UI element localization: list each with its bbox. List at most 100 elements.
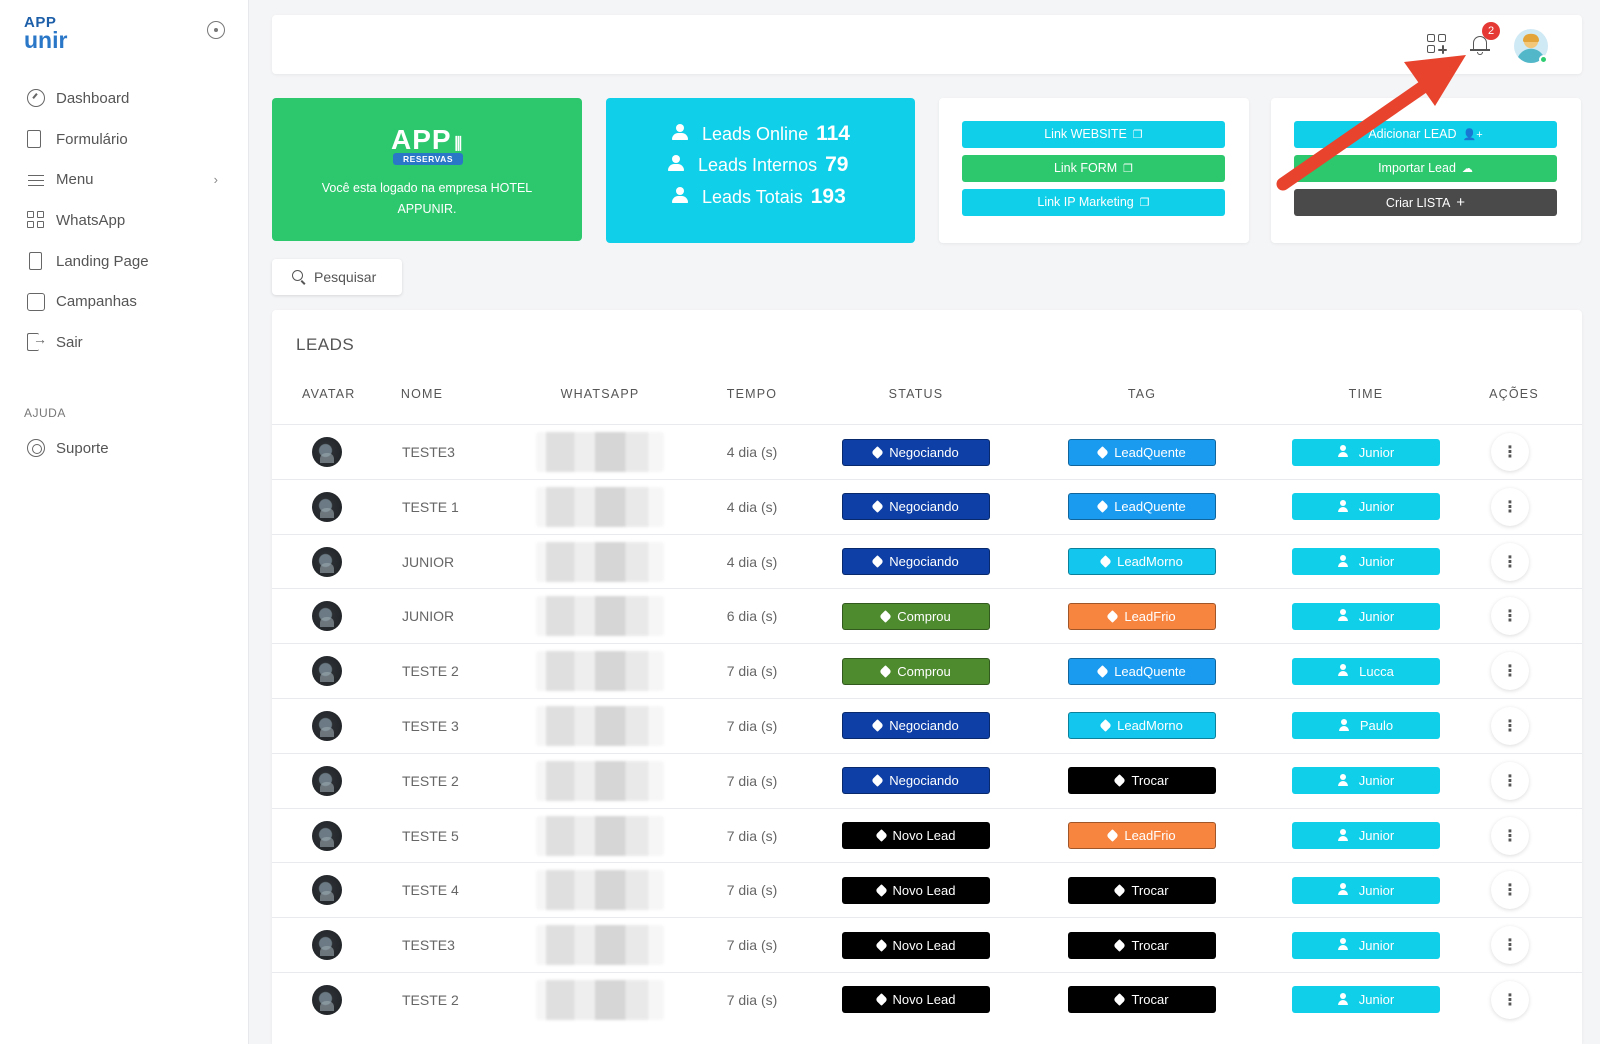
tag-cell: LeadQuente — [1068, 480, 1216, 534]
status-badge[interactable]: Comprou — [842, 602, 990, 630]
tag-label: LeadMorno — [1117, 718, 1183, 734]
tag-cell: LeadFrio — [1068, 809, 1216, 863]
more-options-icon[interactable]: ⋮ — [1491, 761, 1529, 800]
sidebar-toggle-icon[interactable] — [207, 21, 225, 39]
tag-badge[interactable]: LeadMorno — [1068, 712, 1216, 740]
column-header: AÇÕES — [1489, 387, 1539, 401]
sidebar-item-formulario[interactable]: Formulário — [0, 119, 248, 160]
tag-badge[interactable]: Trocar — [1068, 876, 1216, 904]
more-options-icon[interactable]: ⋮ — [1491, 542, 1529, 581]
app-logo[interactable]: APP unir — [24, 15, 68, 53]
team-cell: Junior — [1292, 918, 1440, 972]
status-badge[interactable]: Novo Lead — [842, 822, 990, 850]
more-options-icon[interactable]: ⋮ — [1491, 597, 1529, 636]
dashboard-icon — [27, 89, 45, 108]
team-cell: Junior — [1292, 754, 1440, 808]
status-badge[interactable]: Negociando — [842, 438, 990, 466]
link-website-button[interactable]: Link WEBSITE ❐ — [962, 121, 1225, 148]
button-label: Criar LISTA — [1385, 196, 1451, 210]
links-card: Link WEBSITE ❐ Link FORM ❐ Link IP Marketi… — [939, 98, 1249, 243]
tag-icon — [1113, 774, 1127, 788]
tag-badge[interactable]: LeadQuente — [1068, 493, 1216, 521]
search-button[interactable]: Pesquisar — [272, 259, 402, 295]
status-badge[interactable]: Novo Lead — [842, 876, 990, 904]
more-options-icon[interactable]: ⋮ — [1491, 871, 1529, 910]
status-badge[interactable]: Negociando — [842, 712, 990, 740]
import-lead-button[interactable]: Importar Lead ☁ — [1294, 155, 1557, 182]
button-label: Importar Lead — [1378, 161, 1456, 175]
status-cell: Negociando — [842, 754, 990, 808]
tag-badge[interactable]: LeadFrio — [1068, 602, 1216, 630]
sidebar: APP unir Dashboard Formulário Menu › Wha… — [0, 0, 249, 1044]
tag-badge[interactable]: LeadFrio — [1068, 822, 1216, 850]
sidebar-item-whatsapp[interactable]: WhatsApp — [0, 200, 248, 241]
lead-time: 7 dia (s) — [726, 663, 778, 680]
sidebar-item-sair[interactable]: Sair — [0, 322, 248, 363]
status-cell: Novo Lead — [842, 918, 990, 972]
team-badge[interactable]: Junior — [1292, 876, 1440, 904]
tag-badge[interactable]: Trocar — [1068, 986, 1216, 1014]
status-label: Negociando — [889, 554, 959, 570]
add-lead-button[interactable]: Adicionar LEAD 👤+ — [1294, 121, 1557, 148]
tag-badge[interactable]: Trocar — [1068, 931, 1216, 959]
more-options-icon[interactable]: ⋮ — [1491, 487, 1529, 526]
whatsapp-cell — [530, 754, 670, 808]
more-options-icon[interactable]: ⋮ — [1491, 926, 1529, 965]
sidebar-item-suporte[interactable]: Suporte — [0, 428, 248, 469]
team-label: Junior — [1358, 992, 1395, 1008]
table-row: TESTE 2 7 dia (s) Novo Lead Trocar Junior ⋮ — [272, 971, 1582, 1027]
more-options-icon[interactable]: ⋮ — [1491, 816, 1529, 855]
team-badge[interactable]: Junior — [1292, 548, 1440, 576]
whatsapp-cell — [530, 589, 670, 643]
more-options-icon[interactable]: ⋮ — [1491, 706, 1529, 745]
more-options-icon[interactable]: ⋮ — [1491, 652, 1529, 691]
team-badge[interactable]: Lucca — [1292, 657, 1440, 685]
column-header: AVATAR — [302, 387, 356, 401]
tag-badge[interactable]: LeadQuente — [1068, 438, 1216, 466]
team-badge[interactable]: Junior — [1292, 438, 1440, 466]
sidebar-item-campanhas[interactable]: Campanhas — [0, 281, 248, 322]
team-badge[interactable]: Junior — [1292, 602, 1440, 630]
status-badge[interactable]: Comprou — [842, 657, 990, 685]
status-badge[interactable]: Negociando — [842, 493, 990, 521]
lead-name: TESTE 2 — [402, 772, 459, 789]
sidebar-item-label: Dashboard — [56, 89, 130, 107]
status-badge[interactable]: Novo Lead — [842, 986, 990, 1014]
team-badge[interactable]: Junior — [1292, 493, 1440, 521]
chevron-right-icon: › — [213, 172, 218, 188]
column-header: STATUS — [888, 387, 944, 401]
sidebar-item-label: Sair — [56, 333, 83, 351]
table-row: TESTE 2 7 dia (s) Comprou LeadQuente Lucca ⋮ — [272, 643, 1582, 698]
avatar-cell — [302, 754, 352, 808]
team-badge[interactable]: Junior — [1292, 931, 1440, 959]
apps-icon[interactable] — [1427, 34, 1447, 54]
avatar-cell — [302, 480, 352, 534]
column-header: TIME — [1348, 387, 1384, 401]
actions-cell: ⋮ — [1490, 425, 1530, 479]
logo-line-2: unir — [24, 27, 68, 53]
link-form-button[interactable]: Link FORM ❐ — [962, 155, 1225, 182]
team-badge[interactable]: Junior — [1292, 986, 1440, 1014]
tag-icon — [1096, 664, 1110, 678]
whatsapp-cell — [530, 918, 670, 972]
tag-badge[interactable]: Trocar — [1068, 767, 1216, 795]
grid-icon — [27, 211, 45, 229]
redacted-phone — [536, 596, 664, 637]
sidebar-item-dashboard[interactable]: Dashboard — [0, 78, 248, 119]
tag-badge[interactable]: LeadMorno — [1068, 548, 1216, 576]
more-options-icon[interactable]: ⋮ — [1491, 433, 1529, 471]
sidebar-item-menu[interactable]: Menu › — [0, 159, 248, 200]
tag-cell: Trocar — [1068, 918, 1216, 972]
sidebar-item-landing-page[interactable]: Landing Page — [0, 241, 248, 282]
team-badge[interactable]: Paulo — [1292, 712, 1440, 740]
team-badge[interactable]: Junior — [1292, 767, 1440, 795]
tag-label: Trocar — [1131, 882, 1169, 898]
link-ip-marketing-button[interactable]: Link IP Marketing ❐ — [962, 189, 1225, 216]
status-badge[interactable]: Negociando — [842, 548, 990, 576]
tag-badge[interactable]: LeadQuente — [1068, 657, 1216, 685]
status-badge[interactable]: Negociando — [842, 767, 990, 795]
team-badge[interactable]: Junior — [1292, 822, 1440, 850]
status-badge[interactable]: Novo Lead — [842, 931, 990, 959]
create-list-button[interactable]: Criar LISTA + — [1294, 189, 1557, 216]
more-options-icon[interactable]: ⋮ — [1491, 980, 1529, 1019]
